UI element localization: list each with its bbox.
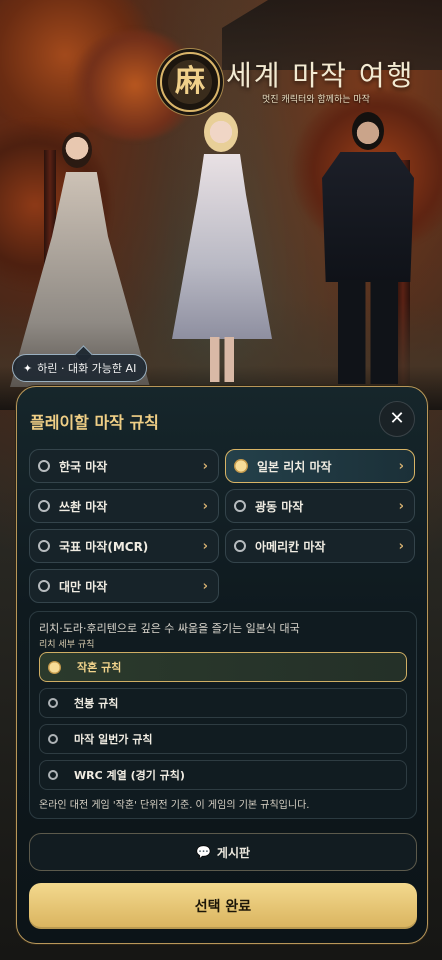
sparkle-icon: ✦: [23, 361, 33, 375]
option-japanese-riichi-mahjong[interactable]: 일본 리치 마작 ›: [225, 449, 415, 483]
ruleset-description: 리치·도라·후리텐으로 깊은 수 싸움을 즐기는 일본식 대국: [39, 622, 300, 635]
radio-icon: [38, 500, 50, 512]
chip-label: 하린 · 대화 가능한 AI: [37, 362, 137, 375]
option-label: 광동 마작: [255, 499, 304, 514]
speech-bubble-icon: 💬: [195, 845, 211, 859]
option-label: 쓰촨 마작: [59, 499, 108, 514]
ai-character-chip[interactable]: ✦ 하린 · 대화 가능한 AI: [12, 354, 148, 382]
chevron-right-icon: ›: [398, 498, 404, 514]
option-taiwanese-mahjong[interactable]: 대만 마작 ›: [29, 569, 219, 603]
option-american-mahjong[interactable]: 아메리칸 마작 ›: [225, 529, 415, 563]
radio-icon: [48, 734, 58, 744]
subrule-label: WRC 계열 (경기 규칙): [74, 769, 185, 782]
radio-icon: [38, 580, 50, 592]
riichi-subrules-box: 리치·도라·후리텐으로 깊은 수 싸움을 즐기는 일본식 대국 리치 세부 규칙…: [29, 611, 417, 819]
chevron-right-icon: ›: [202, 538, 208, 554]
app-title: 세계 마작 여행: [226, 59, 415, 92]
chevron-right-icon: ›: [398, 538, 404, 554]
option-cantonese-mahjong[interactable]: 광동 마작 ›: [225, 489, 415, 523]
radio-icon: [48, 698, 58, 708]
subrule-wrc[interactable]: WRC 계열 (경기 규칙): [39, 760, 407, 790]
subrule-tenhou[interactable]: 천봉 규칙: [39, 688, 407, 718]
app-subtitle: 멋진 캐릭터와 함께하는 마작: [262, 95, 370, 105]
chevron-right-icon: ›: [202, 578, 208, 594]
confirm-selection-button[interactable]: 선택 완료: [29, 883, 417, 929]
panel-title: 플레이할 마작 규칙: [30, 413, 159, 432]
subrule-mahjong-soul[interactable]: 작혼 규칙: [39, 652, 407, 682]
option-label: 국표 마작(MCR): [59, 539, 149, 554]
subrule-label: 마작 일번가 규칙: [74, 733, 153, 746]
close-button[interactable]: ✕: [379, 401, 415, 437]
subrules-heading: 리치 세부 규칙: [39, 640, 95, 650]
option-label: 아메리칸 마작: [255, 539, 326, 554]
radio-icon: [234, 540, 246, 552]
option-label: 한국 마작: [59, 459, 108, 474]
option-korean-mahjong[interactable]: 한국 마작 ›: [29, 449, 219, 483]
radio-icon: [48, 770, 58, 780]
subrule-mahjong-ichibankan[interactable]: 마작 일번가 규칙: [39, 724, 407, 754]
option-label: 대만 마작: [59, 579, 108, 594]
chevron-right-icon: ›: [398, 458, 404, 474]
chevron-right-icon: ›: [202, 498, 208, 514]
option-mcr-mahjong[interactable]: 국표 마작(MCR) ›: [29, 529, 219, 563]
radio-icon: [38, 540, 50, 552]
radio-icon: [234, 500, 246, 512]
board-button-label: 게시판: [216, 845, 251, 860]
radio-icon: [38, 460, 50, 472]
subrule-note: 온라인 대전 게임 '작혼' 단위전 기준. 이 게임의 기본 규칙입니다.: [39, 800, 310, 811]
character-woman-blonde[interactable]: [172, 112, 272, 382]
board-button[interactable]: 💬 게시판: [29, 833, 417, 871]
character-man-suit[interactable]: [322, 112, 414, 384]
radio-selected-icon: [234, 459, 248, 473]
rule-selection-panel: 플레이할 마작 규칙 ✕ 한국 마작 › 일본 리치 마작 › 쓰촨 마작 › …: [16, 386, 428, 944]
chevron-right-icon: ›: [202, 458, 208, 474]
subrule-label: 천봉 규칙: [74, 697, 119, 710]
option-label: 일본 리치 마작: [257, 459, 332, 474]
radio-selected-icon: [48, 660, 61, 674]
subrule-label: 작혼 규칙: [77, 661, 122, 674]
option-sichuan-mahjong[interactable]: 쓰촨 마작 ›: [29, 489, 219, 523]
mahjong-logo-emblem: 麻: [160, 52, 220, 112]
logo-glyph: 麻: [175, 64, 205, 99]
